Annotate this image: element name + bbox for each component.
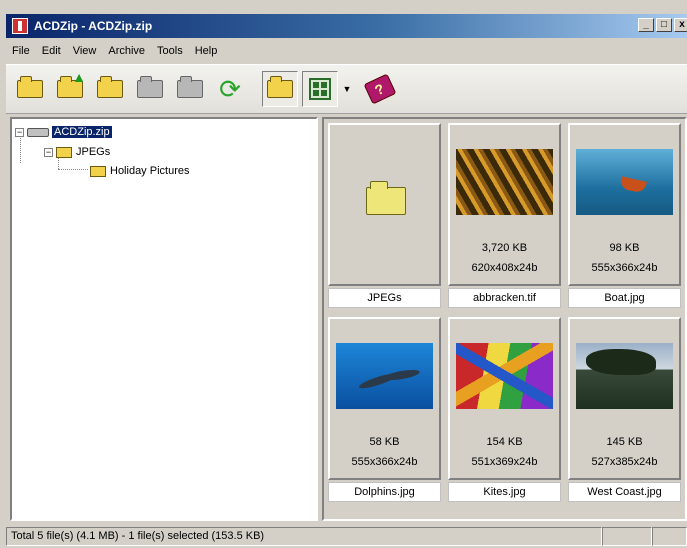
folder-icon [90,165,106,177]
view-dropdown-caret[interactable]: ▼ [342,84,352,94]
drive-icon [27,127,49,137]
thumbnail-view-icon [309,78,331,100]
menu-view[interactable]: View [67,45,103,57]
tree-item-root[interactable]: − ACDZip.zip [15,123,112,141]
thumbnail-name: Dolphins.jpg [328,482,441,502]
app-window: ACDZip - ACDZip.zip _ □ x File Edit View… [0,0,687,548]
new-archive-button[interactable] [12,71,48,107]
thumbnail-name: Kites.jpg [448,482,561,502]
image-dimensions: 551x369x24b [471,456,538,468]
convert-button[interactable]: ⟳ [212,71,248,107]
tree-item-label: Holiday Pictures [110,165,190,177]
tree-item-label: ACDZip.zip [52,126,112,138]
boat-image [576,149,673,215]
menu-bar: File Edit View Archive Tools Help [6,40,687,62]
add-files-button[interactable] [92,71,128,107]
thumbnail-pane[interactable]: JPEGs 3,720 KB 620x408x24b abbracken.tif… [322,117,687,521]
tree-item-holiday-pictures[interactable]: Holiday Pictures [90,162,189,180]
thumbnail-item[interactable]: 154 KB 551x369x24b Kites.jpg [448,317,561,505]
thumbnail-item[interactable]: 58 KB 555x366x24b Dolphins.jpg [328,317,441,505]
folder-tree-icon [267,76,293,98]
folder-tree-button[interactable] [262,71,298,107]
tree-item-label: JPEGs [76,146,111,158]
help-book-icon [363,73,397,105]
file-size: 145 KB [606,436,643,448]
open-archive-icon: ▲ [57,69,86,98]
dolphins-image [336,343,433,409]
menu-help[interactable]: Help [189,45,224,57]
status-bar: Total 5 file(s) (4.1 MB) - 1 file(s) sel… [6,527,687,548]
acdzip-app-icon[interactable] [12,18,28,34]
thumbnail-name: JPEGs [328,288,441,308]
window-title: ACDZip - ACDZip.zip [34,19,153,33]
title-bar[interactable]: ACDZip - ACDZip.zip _ □ x [6,14,687,38]
image-dimensions: 527x385x24b [591,456,658,468]
file-size: 3,720 KB [481,242,528,254]
view-icon [177,76,203,98]
thumbnail-name: Boat.jpg [568,288,681,308]
thumbnail-item[interactable]: 145 KB 527x385x24b West Coast.jpg [568,317,681,505]
toolbar: ▲ ⟳ ▼ [6,64,687,114]
menu-archive[interactable]: Archive [102,45,151,57]
folder-icon [56,146,72,158]
new-archive-icon [17,76,43,98]
image-dimensions: 555x366x24b [591,262,658,274]
collapse-icon[interactable]: − [15,127,24,137]
file-size: 98 KB [609,242,640,254]
open-archive-button[interactable]: ▲ [52,69,88,107]
convert-icon: ⟳ [219,74,241,104]
bracken-image [456,149,553,215]
maximize-button[interactable]: □ [656,18,672,32]
status-text: Total 5 file(s) (4.1 MB) - 1 file(s) sel… [6,527,602,546]
menu-tools[interactable]: Tools [151,45,189,57]
thumbnail-item[interactable]: 3,720 KB 620x408x24b abbracken.tif [448,123,561,311]
close-button[interactable]: x [674,18,687,32]
tree-item-jpegs[interactable]: − JPEGs [44,143,110,161]
status-panel [652,527,687,546]
view-button[interactable] [172,71,208,107]
kites-image [456,343,553,409]
west-coast-image [576,343,673,409]
extract-icon [137,76,163,98]
folder-icon [366,181,406,215]
image-dimensions: 620x408x24b [471,262,538,274]
help-button[interactable] [362,71,398,107]
menu-file[interactable]: File [6,45,36,57]
menu-edit[interactable]: Edit [36,45,67,57]
extract-button[interactable] [132,71,168,107]
thumbnail-item[interactable]: 98 KB 555x366x24b Boat.jpg [568,123,681,311]
add-files-icon [97,76,123,98]
thumbnail-view-button[interactable] [302,71,338,107]
folder-tree-pane[interactable]: − ACDZip.zip − JPEGs Holiday Pictures [10,117,318,521]
thumbnail-item[interactable]: JPEGs [328,123,441,311]
file-size: 58 KB [369,436,400,448]
collapse-icon[interactable]: − [44,147,53,157]
thumbnail-name: West Coast.jpg [568,482,681,502]
status-panel [602,527,652,546]
minimize-button[interactable]: _ [638,18,654,32]
file-size: 154 KB [486,436,523,448]
thumbnail-name: abbracken.tif [448,288,561,308]
image-dimensions: 555x366x24b [351,456,418,468]
